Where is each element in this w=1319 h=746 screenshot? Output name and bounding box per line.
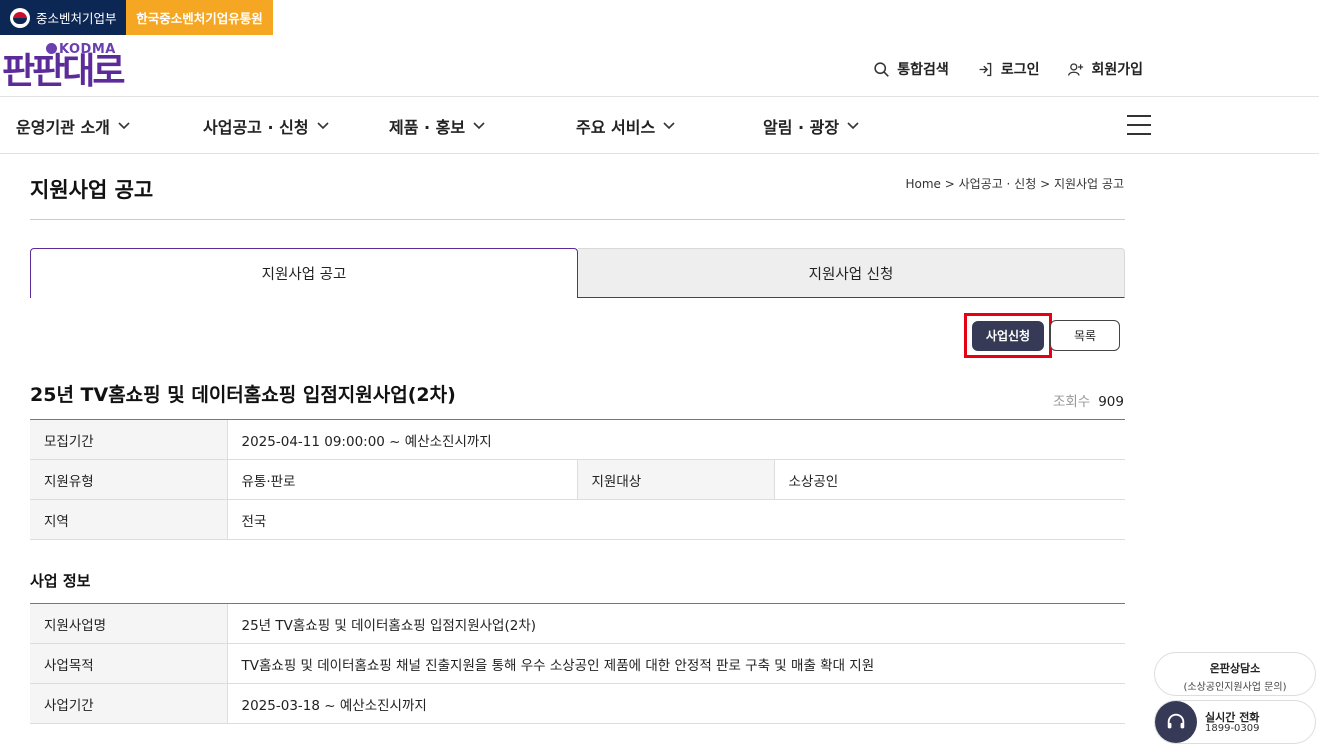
gnb-item-about[interactable]: 운영기관 소개 bbox=[16, 114, 130, 138]
info-table: 지원사업명 25년 TV홈쇼핑 및 데이터홈쇼핑 입점지원사업(2차) 사업목적… bbox=[30, 603, 1125, 724]
call-number: 1899-0309 bbox=[1205, 723, 1260, 734]
row-label: 사업기간 bbox=[30, 683, 227, 724]
chevron-down-icon bbox=[118, 122, 130, 130]
table-row: 사업목적 TV홈쇼핑 및 데이터홈쇼핑 채널 진출지원을 통해 우수 소상공인 … bbox=[30, 643, 1125, 684]
gov-bar: 중소벤처기업부 한국중소벤처기업유통원 bbox=[0, 0, 273, 35]
view-count-value: 909 bbox=[1098, 394, 1124, 410]
login-link[interactable]: 로그인 bbox=[977, 59, 1040, 79]
login-icon bbox=[979, 62, 992, 76]
consult-title: 온판상담소 bbox=[1209, 662, 1261, 675]
gnb-label: 운영기관 소개 bbox=[16, 118, 110, 137]
row-label: 지원유형 bbox=[30, 459, 227, 500]
row-label: 지원대상 bbox=[576, 459, 774, 500]
agency-link[interactable]: 한국중소벤처기업유통원 bbox=[126, 0, 273, 35]
consult-subtitle: (소상공인지원사업 문의) bbox=[1183, 682, 1287, 693]
signup-label: 회원가입 bbox=[1091, 62, 1143, 78]
apply-button-highlight: 사업신청 bbox=[964, 313, 1052, 358]
menu-icon[interactable] bbox=[1127, 115, 1151, 135]
table-row: 지원유형 유통·판로 지원대상 소상공인 bbox=[30, 459, 1125, 500]
row-value: TV홈쇼핑 및 데이터홈쇼핑 채널 진출지원을 통해 우수 소상공인 제품에 대… bbox=[226, 643, 1125, 684]
main-nav: 운영기관 소개 사업공고 · 신청 제품 · 홍보 주요 서비스 알림 · 광장 bbox=[0, 97, 1319, 153]
user-add-icon bbox=[1068, 62, 1084, 76]
gnb-label: 알림 · 광장 bbox=[763, 118, 840, 137]
row-label: 지원사업명 bbox=[30, 603, 227, 644]
search-label: 통합검색 bbox=[897, 62, 949, 78]
gnb-item-services[interactable]: 주요 서비스 bbox=[576, 114, 675, 138]
page-title: 지원사업 공고 bbox=[30, 178, 154, 202]
gnb-item-products[interactable]: 제품 · 홍보 bbox=[389, 114, 485, 138]
logo-main-text: 판판대로 bbox=[2, 51, 125, 92]
gnb-label: 사업공고 · 신청 bbox=[203, 118, 309, 137]
chevron-down-icon bbox=[847, 122, 859, 130]
search-icon bbox=[874, 61, 890, 77]
view-count-label: 조회수 bbox=[1052, 394, 1091, 410]
table-row: 모집기간 2025-04-11 09:00:00 ~ 예산소진시까지 bbox=[30, 419, 1125, 460]
apply-button[interactable]: 사업신청 bbox=[972, 320, 1044, 351]
list-button[interactable]: 목록 bbox=[1050, 320, 1120, 351]
tab-notice[interactable]: 지원사업 공고 bbox=[30, 248, 578, 298]
row-label: 지역 bbox=[30, 499, 227, 540]
breadcrumb: Home > 사업공고 · 신청 > 지원사업 공고 bbox=[905, 177, 1124, 191]
tab-bar: 지원사업 공고 지원사업 신청 bbox=[30, 248, 1125, 298]
table-row: 지역 전국 bbox=[30, 499, 1125, 540]
gnb-item-news[interactable]: 알림 · 광장 bbox=[763, 114, 859, 138]
chevron-down-icon bbox=[663, 122, 675, 130]
ministry-label: 중소벤처기업부 bbox=[36, 11, 117, 26]
gnb-label: 제품 · 홍보 bbox=[389, 118, 466, 137]
chevron-down-icon bbox=[316, 122, 329, 130]
row-label: 사업목적 bbox=[30, 643, 227, 684]
summary-table: 모집기간 2025-04-11 09:00:00 ~ 예산소진시까지 지원유형 … bbox=[30, 419, 1125, 540]
signup-link[interactable]: 회원가입 bbox=[1067, 59, 1143, 79]
post-title: 25년 TV홈쇼핑 및 데이터홈쇼핑 입점지원사업(2차) bbox=[30, 384, 456, 406]
section-title: 사업 정보 bbox=[30, 572, 91, 590]
login-label: 로그인 bbox=[1000, 62, 1040, 78]
row-value: 2025-04-11 09:00:00 ~ 예산소진시까지 bbox=[226, 419, 1125, 460]
nav-divider bbox=[0, 153, 1319, 154]
row-value: 소상공인 bbox=[773, 459, 1125, 500]
consult-widget[interactable]: 온판상담소 (소상공인지원사업 문의) bbox=[1154, 652, 1316, 696]
row-value: 25년 TV홈쇼핑 및 데이터홈쇼핑 입점지원사업(2차) bbox=[226, 603, 1125, 644]
title-divider bbox=[30, 219, 1125, 220]
chevron-down-icon bbox=[473, 122, 485, 130]
row-label: 모집기간 bbox=[30, 419, 227, 460]
gnb-item-business[interactable]: 사업공고 · 신청 bbox=[203, 114, 329, 138]
tab-apply[interactable]: 지원사업 신청 bbox=[578, 248, 1125, 298]
view-count: 조회수 909 bbox=[1053, 390, 1124, 410]
utility-nav: 통합검색 로그인 회원가입 bbox=[873, 59, 1143, 79]
site-logo[interactable]: KODMA 판판대로 bbox=[2, 40, 142, 96]
call-widget[interactable]: 실시간 전화 1899-0309 bbox=[1154, 700, 1316, 744]
ministry-link[interactable]: 중소벤처기업부 bbox=[0, 0, 126, 35]
search-link[interactable]: 통합검색 bbox=[873, 59, 949, 79]
row-value: 2025-03-18 ~ 예산소진시까지 bbox=[226, 683, 1125, 724]
taegeuk-icon bbox=[10, 7, 30, 28]
row-value: 전국 bbox=[226, 499, 1125, 540]
row-value: 유통·판로 bbox=[226, 459, 577, 500]
table-row: 지원사업명 25년 TV홈쇼핑 및 데이터홈쇼핑 입점지원사업(2차) bbox=[30, 603, 1125, 644]
headset-icon bbox=[1155, 701, 1197, 743]
gnb-label: 주요 서비스 bbox=[576, 118, 656, 137]
table-row: 사업기간 2025-03-18 ~ 예산소진시까지 bbox=[30, 683, 1125, 724]
